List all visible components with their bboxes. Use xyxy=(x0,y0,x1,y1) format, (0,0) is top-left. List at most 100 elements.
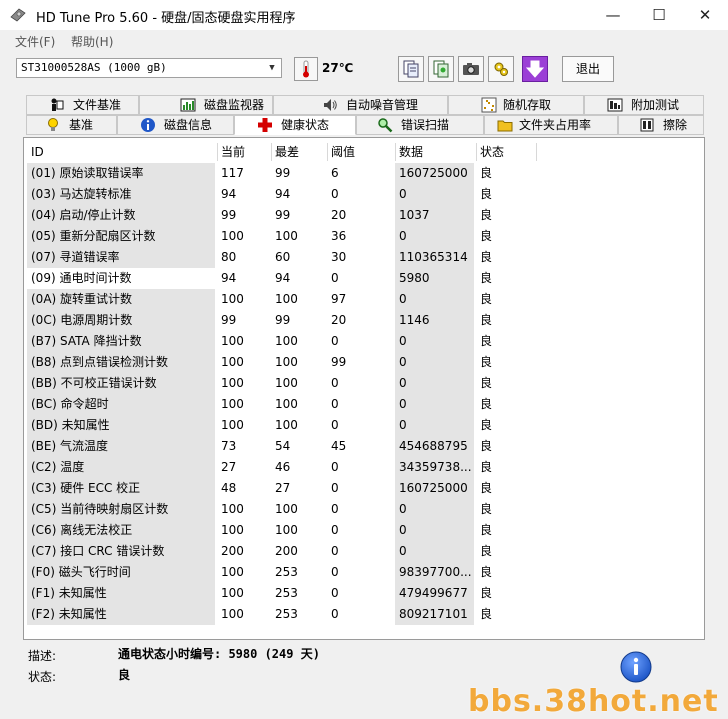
cell-status: 良 xyxy=(480,565,493,579)
drive-select[interactable]: ST31000528AS (1000 gB) ▼ xyxy=(16,58,282,78)
watermark: bbs.38hot.net xyxy=(468,684,719,719)
file-benchmark-icon xyxy=(51,98,64,111)
thermometer-icon xyxy=(294,57,318,81)
menu-file[interactable]: 文件(F) xyxy=(15,33,55,50)
column-header-data[interactable]: 数据 xyxy=(399,143,423,161)
cell-data: 0 xyxy=(395,373,474,394)
cell-attribute: (0C) 电源周期计数 xyxy=(27,310,215,331)
tab-noise-management[interactable]: 自动噪音管理 xyxy=(273,95,448,115)
tab-disk-monitor[interactable]: 磁盘监视器 xyxy=(139,95,273,115)
cell-status: 良 xyxy=(480,439,493,453)
cell-current: 99 xyxy=(221,313,237,327)
column-separator[interactable] xyxy=(327,143,328,161)
cell-worst: 60 xyxy=(275,250,291,264)
column-separator[interactable] xyxy=(271,143,272,161)
cell-data: 160725000 xyxy=(395,478,474,499)
cell-worst: 27 xyxy=(275,481,291,495)
maximize-button[interactable]: ☐ xyxy=(636,0,682,30)
column-header-attribute[interactable]: ID xyxy=(31,143,44,161)
column-header-worst[interactable]: 最差 xyxy=(275,143,299,161)
cell-worst: 253 xyxy=(275,607,298,621)
chevron-down-icon[interactable]: ▼ xyxy=(265,60,279,76)
cell-current: 80 xyxy=(221,250,237,264)
minimize-button[interactable]: — xyxy=(590,0,636,30)
cell-worst: 200 xyxy=(275,544,298,558)
info-icon xyxy=(141,118,155,132)
screenshot-button[interactable] xyxy=(458,56,484,82)
options-button[interactable] xyxy=(488,56,514,82)
drive-select-value: ST31000528AS (1000 gB) xyxy=(21,61,167,74)
cell-worst: 100 xyxy=(275,376,298,390)
info-icon[interactable] xyxy=(620,651,652,683)
cell-status: 良 xyxy=(480,502,493,516)
tab-disk-info[interactable]: 磁盘信息 xyxy=(117,115,234,135)
menu-bar: 文件(F) 帮助(H) xyxy=(0,30,728,52)
copy-all-button[interactable] xyxy=(428,56,454,82)
cell-attribute: (F1) 未知属性 xyxy=(27,583,215,604)
tab-extra-tests[interactable]: 附加测试 xyxy=(584,95,704,115)
cell-attribute: (BB) 不可校正错误计数 xyxy=(27,373,215,394)
column-separator[interactable] xyxy=(217,143,218,161)
cell-status: 良 xyxy=(480,418,493,432)
cell-status: 良 xyxy=(480,292,493,306)
column-header-current[interactable]: 当前 xyxy=(221,143,245,161)
cell-attribute: (F2) 未知属性 xyxy=(27,604,215,625)
tab-erase[interactable]: 擦除 xyxy=(618,115,704,135)
cell-threshold: 20 xyxy=(331,208,347,222)
cell-attribute: (C2) 温度 xyxy=(27,457,215,478)
camera-icon xyxy=(463,63,479,75)
cell-attribute: (07) 寻道错误率 xyxy=(27,247,215,268)
cell-data: 160725000 xyxy=(395,163,474,184)
tab-random-access[interactable]: 随机存取 xyxy=(448,95,584,115)
cell-status: 良 xyxy=(480,607,493,621)
cell-current: 48 xyxy=(221,481,237,495)
cell-worst: 100 xyxy=(275,292,298,306)
cell-worst: 100 xyxy=(275,397,298,411)
cell-current: 27 xyxy=(221,460,237,474)
cell-status: 良 xyxy=(480,208,493,222)
status-value: 良 xyxy=(118,668,131,682)
copy-text-button[interactable] xyxy=(398,56,424,82)
close-button[interactable]: ✕ xyxy=(682,0,728,30)
tab-benchmark[interactable]: 基准 xyxy=(26,115,117,135)
selection-highlight xyxy=(137,268,215,289)
column-separator[interactable] xyxy=(476,143,477,161)
description-label: 描述: xyxy=(28,649,57,663)
cell-status: 良 xyxy=(480,271,493,285)
copy-all-icon xyxy=(433,60,449,78)
cell-threshold: 0 xyxy=(331,586,339,600)
tab-folder-usage[interactable]: 文件夹占用率 xyxy=(484,115,618,135)
cell-current: 100 xyxy=(221,292,244,306)
cell-threshold: 30 xyxy=(331,250,347,264)
cell-current: 100 xyxy=(221,523,244,537)
exit-button[interactable]: 退出 xyxy=(562,56,614,82)
cell-worst: 46 xyxy=(275,460,291,474)
cell-worst: 100 xyxy=(275,334,298,348)
tab-row-bottom: 基准 磁盘信息 健康状态 错误扫描 文件夹占用率 擦除 xyxy=(26,115,704,135)
tab-file-benchmark[interactable]: 文件基准 xyxy=(26,95,139,115)
scatter-icon xyxy=(481,97,497,113)
cell-data: 110365314 xyxy=(395,247,474,268)
temperature-readout: 27℃ xyxy=(322,61,354,75)
tab-row-top: 文件基准 磁盘监视器 自动噪音管理 随机存取 附加测试 xyxy=(26,95,704,115)
download-arrow-icon xyxy=(525,60,545,78)
health-table: ID 当前 最差 阈值 数据 状态 (01) 原始读取错误率 117 99 6 160725000… xyxy=(23,137,705,640)
cell-threshold: 0 xyxy=(331,607,339,621)
column-header-status[interactable]: 状态 xyxy=(480,143,504,161)
column-separator[interactable] xyxy=(536,143,537,161)
cell-data: 0 xyxy=(395,394,474,415)
column-header-threshold[interactable]: 阈值 xyxy=(331,143,355,161)
tab-error-scan[interactable]: 错误扫描 xyxy=(356,115,484,135)
cell-data: 0 xyxy=(395,184,474,205)
cell-attribute: (B8) 点到点错误检测计数 xyxy=(27,352,215,373)
cell-current: 100 xyxy=(221,397,244,411)
cell-worst: 100 xyxy=(275,355,298,369)
cell-data: 809217101 xyxy=(395,604,474,625)
menu-help[interactable]: 帮助(H) xyxy=(71,33,113,50)
tab-health[interactable]: 健康状态 xyxy=(234,115,356,135)
status-label: 状态: xyxy=(28,670,57,684)
description-value: 通电状态小时编号: 5980 (249 天) xyxy=(118,647,320,661)
cell-data: 479499677 xyxy=(395,583,474,604)
save-button[interactable] xyxy=(522,56,548,82)
column-separator[interactable] xyxy=(395,143,396,161)
